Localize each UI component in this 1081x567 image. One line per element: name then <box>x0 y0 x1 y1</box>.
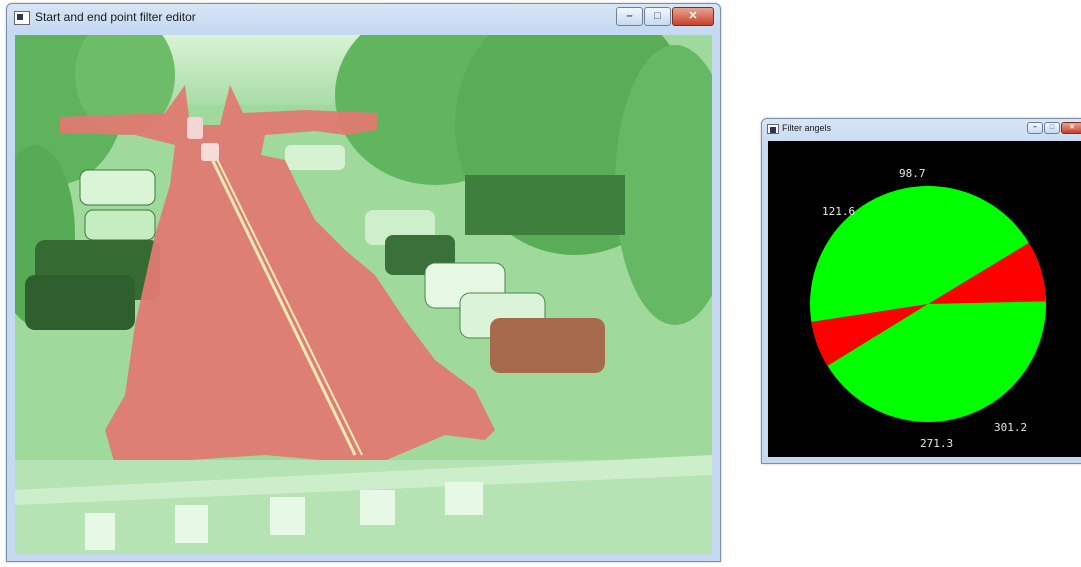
window-title: Filter angels <box>782 123 832 133</box>
window-app-icon <box>14 11 30 25</box>
angle-chart-canvas[interactable]: 98.7 121.6 271.3 301.2 <box>768 141 1081 457</box>
angle-label-4: 301.2 <box>994 421 1027 434</box>
close-button[interactable]: ✕ <box>1061 122 1081 134</box>
minimize-icon: – <box>1033 124 1037 131</box>
close-button[interactable]: ✕ <box>672 7 714 26</box>
window-title: Start and end point filter editor <box>35 10 196 24</box>
minimize-button[interactable]: – <box>1027 122 1043 134</box>
angle-pie-chart[interactable]: 98.7 121.6 271.3 301.2 <box>768 141 1081 457</box>
angle-label-1: 98.7 <box>899 167 926 180</box>
maximize-icon: □ <box>1049 124 1055 131</box>
minimize-button[interactable]: – <box>616 7 643 26</box>
maximize-button[interactable]: □ <box>644 7 671 26</box>
maximize-icon: □ <box>654 10 661 22</box>
close-icon: ✕ <box>688 10 698 22</box>
camera-scene[interactable] <box>15 35 712 554</box>
filter-editor-window: Start and end point filter editor – □ ✕ <box>6 3 721 562</box>
maximize-button[interactable]: □ <box>1044 122 1060 134</box>
filter-editor-titlebar[interactable]: Start and end point filter editor – □ ✕ <box>7 4 720 32</box>
angle-label-3: 271.3 <box>920 437 953 450</box>
filter-angles-titlebar[interactable]: Filter angels – □ ✕ <box>762 119 1081 139</box>
window-app-icon <box>767 124 779 134</box>
close-icon: ✕ <box>1069 124 1075 131</box>
filter-angles-window: Filter angels – □ ✕ 98.7 121.6 271.3 301.2 <box>761 118 1081 464</box>
minimize-icon: – <box>626 10 633 22</box>
angle-label-2: 121.6 <box>822 205 855 218</box>
road-car-2 <box>201 143 219 161</box>
camera-view[interactable] <box>15 35 712 554</box>
road-car-1 <box>187 117 203 139</box>
